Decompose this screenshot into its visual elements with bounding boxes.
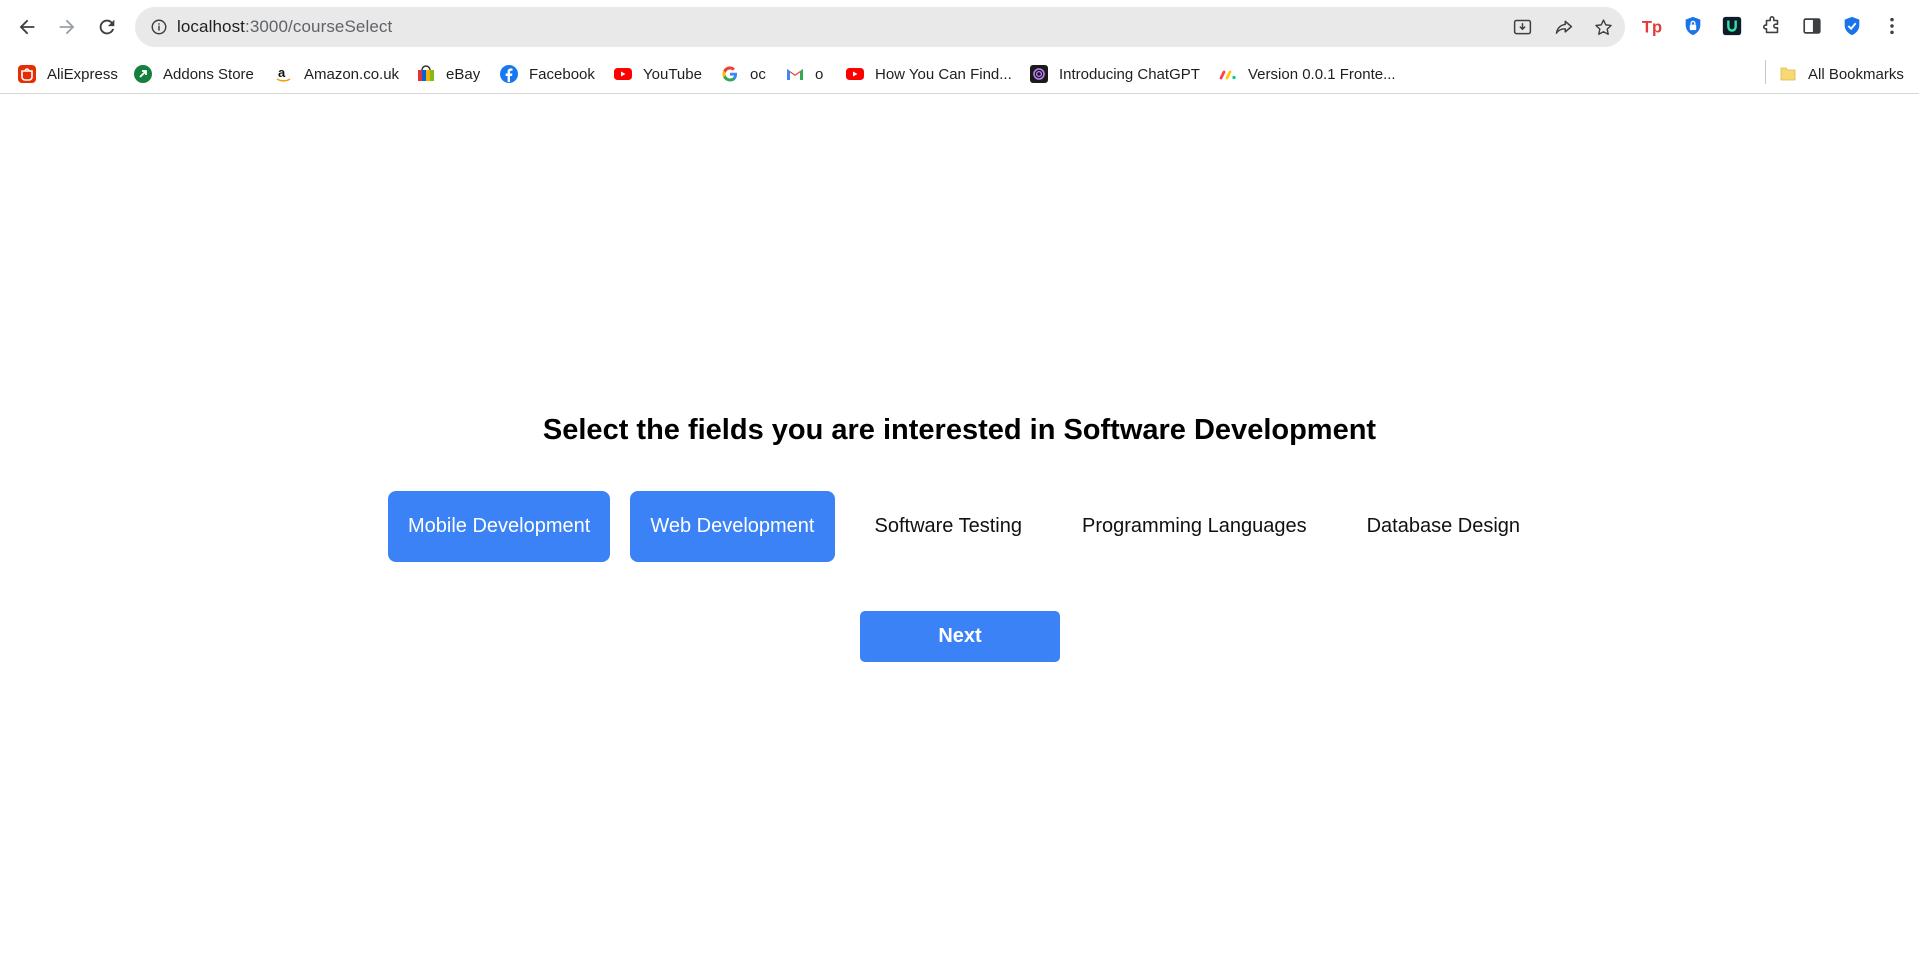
back-arrow-icon <box>19 19 35 35</box>
bookmark-label: Addons Store <box>163 65 254 83</box>
bookmark-google-oc[interactable]: oc <box>720 61 766 87</box>
bookmark-label: Facebook <box>529 65 595 83</box>
chatgpt-icon <box>1029 64 1049 84</box>
bookmark-facebook[interactable]: Facebook <box>499 61 595 87</box>
bookmark-label: oc <box>750 65 766 83</box>
bookmarks-divider <box>1765 60 1766 84</box>
bookmark-youtube[interactable]: YouTube <box>613 61 702 87</box>
option-web-development[interactable]: Web Development <box>630 491 835 562</box>
browser-menu-icon[interactable] <box>1880 14 1904 38</box>
reload-button[interactable] <box>91 11 123 43</box>
bookmark-addons-store[interactable]: Addons Store <box>133 61 254 87</box>
bookmark-label: YouTube <box>643 65 702 83</box>
youtube-icon <box>845 64 865 84</box>
bookmark-amazon[interactable]: a Amazon.co.uk <box>274 61 399 87</box>
option-programming-languages[interactable]: Programming Languages <box>1062 491 1327 562</box>
bookmark-youtube-how-you-can-find[interactable]: How You Can Find... <box>845 61 1012 87</box>
bookmark-label: Introducing ChatGPT <box>1059 65 1200 83</box>
ebay-icon <box>416 64 436 84</box>
install-app-icon[interactable] <box>1510 15 1534 39</box>
bookmark-label: Amazon.co.uk <box>304 65 400 83</box>
youtube-icon <box>613 64 633 84</box>
browser-toolbar: localhost:3000/courseSelect Tp <box>0 0 1919 54</box>
bookmark-label: How You Can Find... <box>875 65 1012 83</box>
bitwarden-lock-icon[interactable] <box>1681 14 1705 38</box>
bookmark-version-fronte[interactable]: Version 0.0.1 Fronte... <box>1218 61 1396 87</box>
bookmark-introducing-chatgpt[interactable]: Introducing ChatGPT <box>1029 61 1200 87</box>
url-path: :3000/courseSelect <box>245 17 393 36</box>
facebook-icon <box>499 64 519 84</box>
bookmark-label: AliExpress <box>47 65 118 83</box>
bookmark-star-icon[interactable] <box>1591 15 1615 39</box>
bookmarks-bar: AliExpress Addons Store a Amazon.co.uk e… <box>0 54 1919 94</box>
address-bar[interactable]: localhost:3000/courseSelect <box>135 7 1625 47</box>
option-database-design[interactable]: Database Design <box>1347 491 1540 562</box>
field-options: Mobile Development Web Development Softw… <box>388 491 1540 562</box>
option-software-testing[interactable]: Software Testing <box>855 491 1043 562</box>
page-heading: Select the fields you are interested in … <box>542 414 1377 446</box>
monday-icon <box>1218 64 1238 84</box>
svg-text:a: a <box>278 65 286 80</box>
share-icon[interactable] <box>1551 15 1575 39</box>
google-icon <box>720 64 740 84</box>
bookmark-label: Version 0.0.1 Fronte... <box>1248 65 1396 83</box>
next-button[interactable]: Next <box>860 611 1060 662</box>
site-info-icon[interactable] <box>149 17 169 37</box>
u-extension-icon[interactable] <box>1720 14 1744 38</box>
bookmark-gmail-o[interactable]: o <box>785 61 823 87</box>
bookmark-label: eBay <box>446 65 481 83</box>
extensions-puzzle-icon[interactable] <box>1760 14 1784 38</box>
option-mobile-development[interactable]: Mobile Development <box>388 491 611 562</box>
bookmark-label: o <box>815 65 824 83</box>
folder-icon <box>1778 64 1798 84</box>
bookmark-aliexpress[interactable]: AliExpress <box>17 61 118 87</box>
forward-button[interactable] <box>51 11 83 43</box>
reload-icon <box>99 19 115 35</box>
shield-check-icon[interactable] <box>1840 14 1864 38</box>
back-button[interactable] <box>11 11 43 43</box>
addons-store-icon <box>133 64 153 84</box>
side-panel-icon[interactable] <box>1800 14 1824 38</box>
all-bookmarks-label: All Bookmarks <box>1808 65 1904 83</box>
bookmark-ebay[interactable]: eBay <box>416 61 480 87</box>
amazon-icon: a <box>274 64 294 84</box>
url-text[interactable]: localhost:3000/courseSelect <box>177 17 392 37</box>
url-host: localhost <box>177 17 245 36</box>
svg-text:Tp: Tp <box>1642 18 1662 36</box>
aliexpress-icon <box>17 64 37 84</box>
forward-arrow-icon <box>59 19 75 35</box>
all-bookmarks-folder[interactable]: All Bookmarks <box>1778 61 1904 87</box>
gmail-icon <box>785 64 805 84</box>
tp-extension-icon[interactable]: Tp <box>1640 14 1664 38</box>
